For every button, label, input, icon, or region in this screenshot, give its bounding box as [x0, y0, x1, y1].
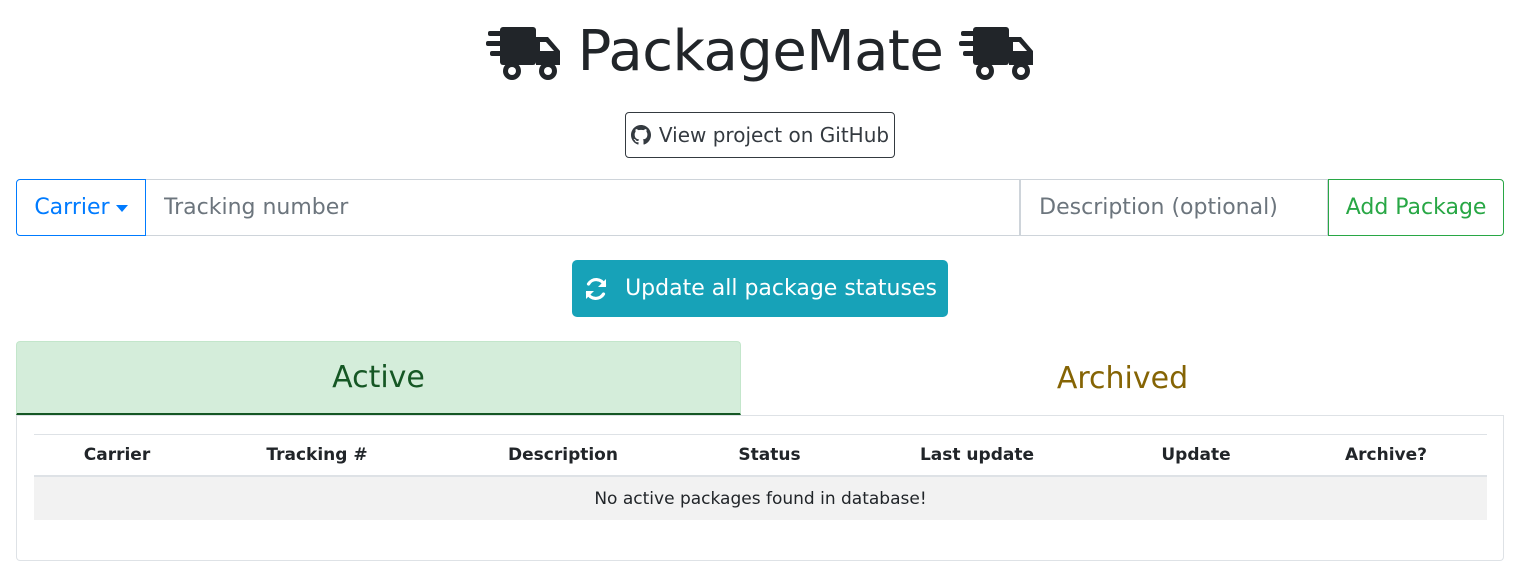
page-title: PackageMate	[577, 19, 944, 84]
package-tabs: Active Archived	[16, 341, 1504, 416]
empty-table-message: No active packages found in database!	[34, 476, 1487, 520]
tab-active[interactable]: Active	[16, 341, 741, 415]
tracking-number-input[interactable]	[145, 179, 1021, 236]
column-header-description: Description	[434, 434, 692, 477]
sync-icon	[585, 277, 607, 300]
packages-table: Carrier Tracking # Description Status La…	[34, 434, 1487, 520]
github-button[interactable]: View project on GitHub	[625, 112, 895, 158]
caret-down-icon	[115, 205, 128, 212]
update-all-button-label: Update all package statuses	[625, 276, 937, 301]
column-header-archive: Archive?	[1285, 434, 1487, 477]
column-header-last-update: Last update	[847, 434, 1107, 477]
description-input[interactable]	[1020, 179, 1329, 236]
column-header-tracking: Tracking #	[200, 434, 434, 477]
column-header-status: Status	[692, 434, 847, 477]
table-row: No active packages found in database!	[34, 476, 1487, 520]
app-header: PackageMate	[0, 14, 1521, 90]
carrier-dropdown-label: Carrier	[34, 195, 110, 220]
truck-icon	[485, 27, 560, 80]
add-package-form: Carrier Add Package	[16, 179, 1504, 236]
truck-icon	[959, 27, 1034, 80]
github-icon	[630, 125, 651, 145]
table-header-row: Carrier Tracking # Description Status La…	[34, 434, 1487, 477]
update-all-button[interactable]: Update all package statuses	[572, 260, 948, 317]
add-package-button[interactable]: Add Package	[1328, 179, 1504, 236]
packages-panel: Carrier Tracking # Description Status La…	[16, 416, 1504, 561]
column-header-carrier: Carrier	[34, 434, 200, 477]
tab-archived[interactable]: Archived	[741, 341, 1504, 415]
github-button-label: View project on GitHub	[658, 123, 890, 147]
column-header-update: Update	[1107, 434, 1285, 477]
carrier-dropdown[interactable]: Carrier	[16, 179, 146, 236]
